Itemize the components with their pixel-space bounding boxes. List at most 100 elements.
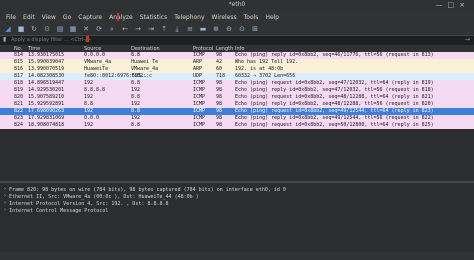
table-row[interactable]: 817 14.082308530 fe80::8012:6976:525.. ff02…: [0, 73, 474, 80]
window-controls[interactable]: —□×: [436, 1, 470, 9]
cell-time: 14.082308530: [28, 73, 65, 79]
cell-info: Echo (ping) request id=0x8bb2, seq=48/12…: [235, 94, 434, 100]
expand-arrow-icon[interactable]: ›: [4, 186, 6, 192]
cell-src: 8.8: [84, 101, 94, 107]
packet-details-pane: › Frame 820: 98 bytes on wire (784 bits)…: [0, 186, 474, 214]
expand-arrow-icon[interactable]: ›: [4, 207, 6, 213]
table-row[interactable]: 823 17.929831069 0.0.0 192 ICMP 98 Echo (ping)…: [0, 115, 474, 122]
autoscroll-icon[interactable]: ≡: [186, 24, 194, 34]
cell-no: 823: [14, 115, 24, 121]
window-title: *eth0: [228, 1, 246, 8]
table-row[interactable]: 814 13.930175015 0.0.0.0 8.8 ICMP 98 Echo (pin…: [0, 52, 474, 59]
close-file-icon[interactable]: ✕: [82, 24, 90, 34]
menu-statistics[interactable]: Statistics: [140, 14, 167, 21]
menu-help[interactable]: Help: [265, 14, 279, 21]
cell-len: 60: [216, 66, 223, 72]
save-file-icon[interactable]: ▦: [69, 24, 77, 34]
cell-proto: ICMP: [193, 52, 206, 58]
forward-icon[interactable]: →: [134, 24, 142, 34]
zoom-out-icon[interactable]: ⊖: [225, 24, 233, 34]
menu-capture[interactable]: Capture: [78, 14, 102, 21]
cell-time: 14.896519447: [28, 80, 65, 86]
cell-time: 15.907589210: [28, 94, 65, 100]
menu-tools[interactable]: Tools: [244, 14, 259, 21]
cell-dst: 8.8: [131, 52, 141, 58]
cell-dst: 8.8: [131, 94, 141, 100]
cell-no: 822: [14, 108, 24, 114]
options-icon[interactable]: ⚙: [43, 24, 51, 34]
annotation-mark: [86, 36, 89, 42]
detail-ethernet[interactable]: › Ethernet II, Src: VMware_4a (00:0c ), …: [0, 193, 474, 200]
cell-src: 192: [84, 80, 94, 86]
table-row[interactable]: 816 13.990070519 HuaweiTe VMware_4a ARP 60 192…: [0, 66, 474, 73]
reload-icon[interactable]: ⟳: [95, 24, 103, 34]
cell-dst: 8.8: [131, 80, 141, 86]
table-row[interactable]: 820 15.907589210 192 8.8 ICMP 98 Echo (ping) r…: [0, 94, 474, 101]
table-row[interactable]: 821 15.929592891 8.8 192 ICMP 98 Echo (ping) r…: [0, 101, 474, 108]
menu-wireless[interactable]: Wireless: [212, 14, 237, 21]
normal-size-icon[interactable]: ⊙: [238, 24, 246, 34]
menu-analyze[interactable]: Analyze: [109, 14, 133, 21]
bookmark-icon[interactable]: ▮: [3, 36, 6, 43]
cell-no: 816: [14, 66, 24, 72]
table-row[interactable]: 824 18.908074818 192 8.8 ICMP 98 Echo (ping) r…: [0, 122, 474, 129]
cell-proto: ICMP: [193, 108, 206, 114]
menu-bar: File Edit View Go Capture Analyze Statis…: [0, 11, 474, 23]
menu-file[interactable]: File: [6, 14, 16, 21]
stop-icon[interactable]: ■: [17, 24, 25, 34]
go-to-packet-icon[interactable]: ⇥: [147, 24, 155, 34]
cell-src: 192: [84, 108, 94, 114]
cell-proto: ICMP: [193, 122, 206, 128]
packet-list-header: No. Time Source Destination Protocol Len…: [0, 45, 474, 52]
open-file-icon[interactable]: ▤: [56, 24, 64, 34]
annotation-mark: [117, 13, 119, 21]
cell-info: Echo (ping) reply id=0x8bb2, seq=49/1254…: [235, 115, 434, 121]
table-row[interactable]: 819 14.929530201 8.8.8.8 192 ICMP 98 Echo (pin…: [0, 87, 474, 94]
menu-go[interactable]: Go: [63, 14, 71, 21]
expand-arrow-icon[interactable]: ›: [4, 200, 6, 206]
colorize-icon[interactable]: ▬: [199, 24, 207, 34]
cell-no: 821: [14, 101, 24, 107]
resize-columns-icon[interactable]: ⊞: [251, 24, 259, 34]
back-icon[interactable]: ←: [121, 24, 129, 34]
cell-len: 98: [216, 101, 223, 107]
cell-proto: ICMP: [193, 115, 206, 121]
menu-telephony[interactable]: Telephony: [174, 14, 204, 21]
cell-dst: VMware_4a: [131, 66, 159, 72]
cell-info: 192. is at 48:0b: [235, 66, 284, 72]
cell-time: 18.908074818: [28, 122, 65, 128]
pane-divider[interactable]: [0, 181, 474, 183]
status-bar: [0, 252, 474, 260]
cell-time: 13.930175015: [28, 52, 65, 58]
table-row[interactable]: 818 14.896519447 192 8.8 ICMP 98 Echo (ping) r…: [0, 80, 474, 87]
menu-view[interactable]: View: [42, 14, 56, 21]
last-packet-icon[interactable]: ⤓: [173, 24, 181, 34]
packet-list-empty-space: [0, 129, 474, 181]
shark-fin-icon[interactable]: ◢: [4, 24, 12, 34]
restart-icon[interactable]: ↻: [30, 24, 38, 34]
cell-proto: ICMP: [193, 101, 206, 107]
cell-src: VMware_4a: [84, 59, 112, 65]
cell-len: 98: [216, 87, 223, 93]
detail-frame[interactable]: › Frame 820: 98 bytes on wire (784 bits)…: [0, 186, 474, 193]
cell-len: 98: [216, 108, 223, 114]
expand-arrow-icon[interactable]: ›: [4, 193, 6, 199]
cell-proto: ARP: [193, 66, 203, 72]
detail-ipv4[interactable]: › Internet Protocol Version 4, Src: 192.…: [0, 200, 474, 207]
menu-edit[interactable]: Edit: [23, 14, 35, 21]
cell-proto: ICMP: [193, 80, 206, 86]
zoom-in-icon[interactable]: ⊕: [212, 24, 220, 34]
cell-dst: 8.8: [131, 108, 141, 114]
cell-no: 824: [14, 122, 24, 128]
cell-proto: ICMP: [193, 94, 206, 100]
first-packet-icon[interactable]: ⤒: [160, 24, 168, 34]
cell-no: 817: [14, 73, 24, 79]
display-filter-input[interactable]: Apply a display filter ... <Ctrl-/>: [11, 37, 91, 43]
find-icon[interactable]: ⌕: [108, 24, 116, 34]
table-row[interactable]: 815 15.990039047 VMware_4a Huawei Te ARP 42 Wh…: [0, 59, 474, 66]
table-row[interactable]: 822 17.698090263 192 8.8 ICMP 98 Echo (ping) r…: [0, 108, 474, 115]
detail-icmp[interactable]: › Internet Control Message Protocol: [0, 207, 474, 214]
cell-src: 192: [84, 94, 94, 100]
filter-apply-icon[interactable]: →: [465, 36, 470, 43]
cell-dst: 192: [131, 115, 141, 121]
